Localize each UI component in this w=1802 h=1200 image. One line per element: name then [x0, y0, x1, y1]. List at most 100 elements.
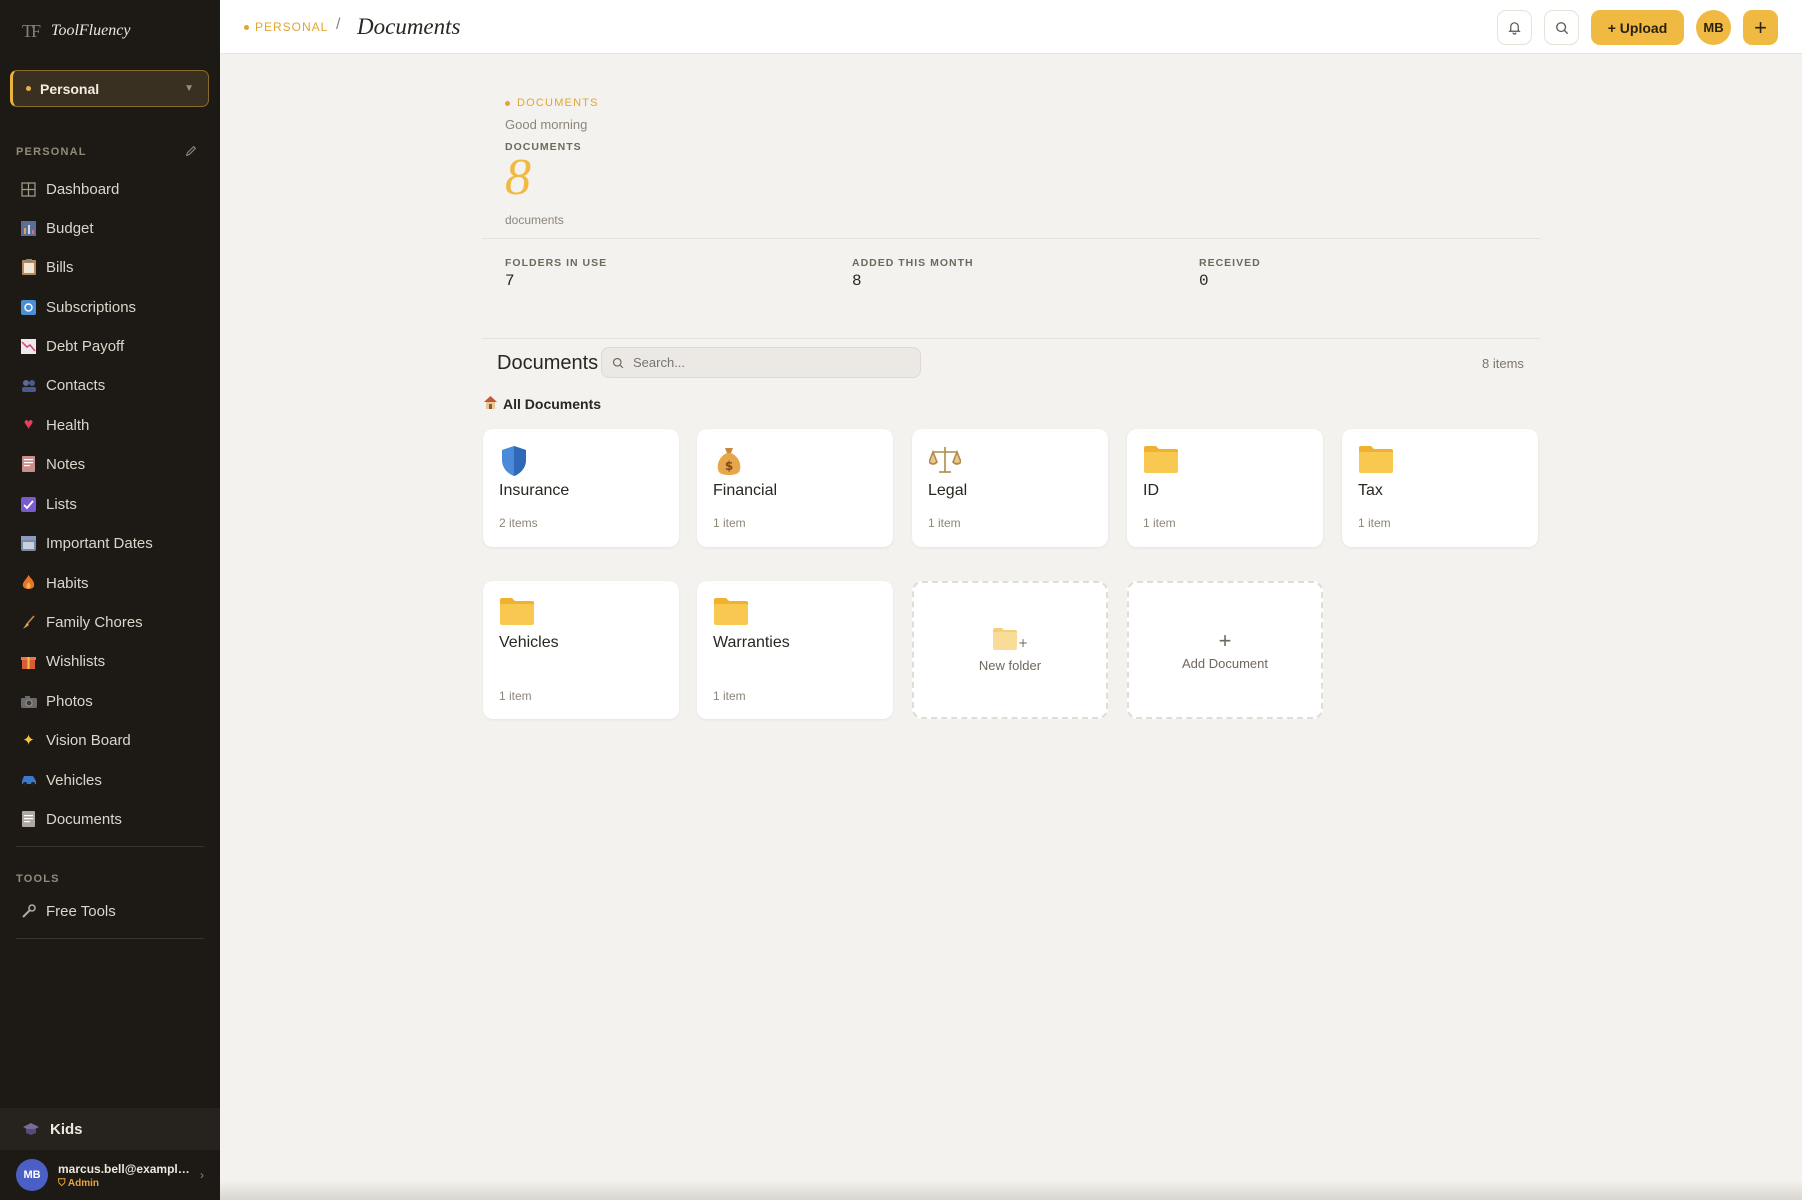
- folder-breadcrumb[interactable]: All Documents: [483, 395, 601, 412]
- kids-switch[interactable]: Kids: [0, 1108, 220, 1150]
- sidebar-item-documents[interactable]: Documents: [20, 804, 210, 834]
- home-icon: [483, 395, 498, 412]
- breadcrumb-label: All Documents: [503, 395, 602, 412]
- shield-icon: [500, 445, 528, 482]
- folder-count: 2 items: [499, 516, 538, 530]
- brand[interactable]: TF ToolFluency: [0, 0, 220, 62]
- sidebar-item-label: Subscriptions: [46, 298, 137, 316]
- folder-name: ID: [1143, 482, 1159, 499]
- notifications-button[interactable]: [1497, 10, 1532, 45]
- user-menu[interactable]: MB marcus.bell@example.com ⛉ Admin ›: [0, 1150, 220, 1200]
- sidebar-item-wishlists[interactable]: Wishlists: [20, 646, 210, 676]
- search-icon: [1555, 21, 1568, 34]
- folder-card-warranties[interactable]: Warranties 1 item: [697, 581, 893, 719]
- sidebar-item-debt-payoff[interactable]: Debt Payoff: [20, 331, 210, 361]
- sidebar-item-habits[interactable]: Habits: [20, 568, 210, 598]
- new-folder-label: New folder: [978, 658, 1042, 673]
- sidebar-item-family-chores[interactable]: Family Chores: [20, 607, 210, 637]
- folder-card-legal[interactable]: Legal 1 item: [912, 429, 1108, 547]
- search-input[interactable]: [633, 355, 903, 370]
- stat-label-folders: FOLDERS IN USE: [505, 257, 608, 269]
- sidebar-item-contacts[interactable]: Contacts: [20, 370, 210, 400]
- brand-logo: TF: [22, 20, 41, 41]
- eyebrow-label: DOCUMENTS: [517, 97, 599, 109]
- upload-button[interactable]: + Upload: [1591, 10, 1684, 45]
- folder-card-financial[interactable]: $ Financial 1 item: [697, 429, 893, 547]
- breadcrumb-workspace-label: PERSONAL: [255, 20, 329, 34]
- clipboard-icon: [20, 259, 37, 276]
- folder-card-vehicles[interactable]: Vehicles 1 item: [483, 581, 679, 719]
- sidebar-item-label: Documents: [46, 810, 122, 828]
- sidebar-item-bills[interactable]: Bills: [20, 252, 210, 282]
- sidebar-item-notes[interactable]: Notes: [20, 449, 210, 479]
- sidebar-item-vision-board[interactable]: ✦ Vision Board: [20, 725, 210, 755]
- sidebar-item-label: Contacts: [46, 376, 106, 394]
- add-button[interactable]: +: [1743, 10, 1778, 45]
- avatar[interactable]: MB: [1696, 10, 1731, 45]
- user-role: ⛉ Admin: [58, 1178, 194, 1189]
- workspace-dot: [244, 24, 249, 30]
- sidebar-item-label: Vehicles: [46, 771, 102, 789]
- folder-count: 1 item: [1143, 516, 1176, 530]
- sidebar-item-important-dates[interactable]: Important Dates: [20, 528, 210, 558]
- sidebar-item-label: Dashboard: [46, 180, 120, 198]
- divider: [482, 238, 1540, 239]
- page-title: Documents: [357, 14, 461, 39]
- sidebar-item-budget[interactable]: Budget: [20, 213, 210, 243]
- search-button[interactable]: [1544, 10, 1579, 45]
- sidebar-item-label: Habits: [46, 574, 89, 592]
- sidebar-divider: [16, 846, 204, 847]
- folder-name: Insurance: [499, 482, 570, 499]
- check-icon: [20, 496, 37, 513]
- sidebar-item-vehicles[interactable]: Vehicles: [20, 765, 210, 795]
- stat-value-added: 8: [852, 272, 862, 290]
- sidebar-item-dashboard[interactable]: Dashboard: [20, 174, 210, 204]
- avatar: MB: [16, 1159, 48, 1191]
- folder-card-id[interactable]: ID 1 item: [1127, 429, 1323, 547]
- kids-label: Kids: [50, 1120, 83, 1138]
- sidebar-item-label: Budget: [46, 219, 94, 237]
- chart-icon: [20, 220, 37, 237]
- folder-count: 1 item: [713, 516, 746, 530]
- gift-icon: [20, 653, 37, 670]
- folder-icon: [1144, 445, 1178, 478]
- sidebar-item-free-tools[interactable]: Free Tools: [20, 896, 210, 926]
- stat-value-received: 0: [1199, 272, 1209, 290]
- document-count: 8: [505, 149, 531, 206]
- document-icon: [20, 811, 37, 828]
- sidebar-divider: [16, 938, 204, 939]
- sidebar-item-health[interactable]: ♥ Health: [20, 410, 210, 440]
- caret-down-icon: ▼: [184, 83, 194, 94]
- pencil-icon[interactable]: [184, 144, 198, 158]
- role-label: Admin: [67, 1177, 100, 1189]
- folder-name: Vehicles: [499, 634, 559, 651]
- car-icon: [20, 772, 37, 789]
- chevron-right-icon: ›: [200, 1168, 204, 1182]
- folder-name: Tax: [1358, 482, 1383, 499]
- sidebar-item-label: Bills: [46, 258, 74, 276]
- sidebar-item-subscriptions[interactable]: Subscriptions: [20, 292, 210, 322]
- sidebar-item-lists[interactable]: Lists: [20, 489, 210, 519]
- sidebar-item-label: Lists: [46, 495, 77, 513]
- folder-count: 1 item: [499, 689, 532, 703]
- workspace-selector[interactable]: Personal ▼: [10, 70, 209, 107]
- stat-label-received: RECEIVED: [1199, 257, 1261, 269]
- sidebar-item-label: Health: [46, 416, 90, 434]
- folder-card-tax[interactable]: Tax 1 item: [1342, 429, 1538, 547]
- flame-icon: [20, 575, 37, 592]
- add-document-button[interactable]: + Add Document: [1127, 581, 1323, 719]
- folder-card-insurance[interactable]: Insurance 2 items: [483, 429, 679, 547]
- new-folder-button[interactable]: + New folder: [912, 581, 1108, 719]
- section-eyebrow: DOCUMENTS: [505, 97, 599, 109]
- bottom-shadow: [220, 1180, 1802, 1200]
- breadcrumb-workspace[interactable]: PERSONAL: [244, 20, 328, 34]
- grid-icon: [20, 181, 37, 198]
- search-field[interactable]: [601, 347, 921, 378]
- folder-name: Warranties: [713, 634, 790, 651]
- library-title: Documents: [497, 352, 599, 374]
- divider: [482, 338, 1540, 339]
- svg-text:+: +: [1018, 636, 1027, 650]
- eyebrow-dot: [505, 100, 510, 106]
- sidebar-item-photos[interactable]: Photos: [20, 686, 210, 716]
- item-count: 8 items: [1482, 356, 1524, 371]
